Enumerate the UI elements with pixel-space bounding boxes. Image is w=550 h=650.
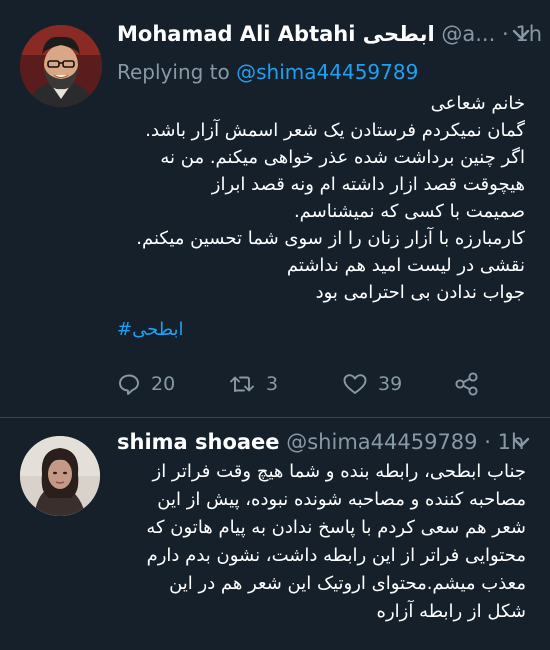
tweet-line: جواب ندادن بی احترامی بود xyxy=(315,282,525,303)
tweet-line: مصاحبه کننده و مصاحبه شونده نبوده، پیش ا… xyxy=(157,489,526,510)
hashtag-link[interactable]: #ابطحی xyxy=(117,319,184,340)
tweet-line: محتوایی فراتر از این رابطه داشت، نشون بد… xyxy=(146,545,526,566)
tweet-line: هیچوقت قصد ازار داشته ام ونه قصد ابراز xyxy=(211,174,525,195)
tweet-header: Mohamad Ali Abtahi ابطحی @a... · 1h xyxy=(117,22,542,52)
chevron-down-icon[interactable] xyxy=(510,430,532,454)
tweet-line: اگر چنین برداشت شده عذر خواهی میکنم. من … xyxy=(160,147,525,168)
replying-to: Replying to @shima44459789 xyxy=(117,60,418,84)
author-handle[interactable]: @a... xyxy=(441,22,495,46)
reply-icon xyxy=(117,372,141,396)
share-button[interactable] xyxy=(454,370,480,398)
reply-button[interactable]: 20 xyxy=(117,370,175,398)
retweet-button[interactable]: 3 xyxy=(228,370,278,398)
like-button[interactable]: 39 xyxy=(342,370,402,398)
tweet-line: معذب میشم.محتوای اروتیک این شعر هم در ای… xyxy=(169,573,526,594)
tweet-line: صمیمت با کسی که نمیشناسم. xyxy=(293,201,525,222)
tweet-line: شعر هم سعی کردم با پاسخ ندادن به پیام ها… xyxy=(146,517,526,538)
tweet-line: خانم شعاعی xyxy=(430,93,525,114)
separator-dot: · xyxy=(501,22,509,46)
like-count: 39 xyxy=(378,373,403,395)
chevron-down-icon[interactable] xyxy=(510,22,532,46)
avatar-shima[interactable] xyxy=(20,436,100,516)
avatar-abtahi[interactable] xyxy=(20,25,102,107)
like-icon xyxy=(342,372,368,396)
reply-count: 20 xyxy=(151,373,176,395)
share-icon xyxy=(454,371,480,397)
tweet-header: shima shoaee @shima44459789 · 1h xyxy=(117,430,536,460)
replying-mention-link[interactable]: @shima44459789 xyxy=(236,60,418,84)
tweet-shima-shoaee[interactable]: shima shoaee @shima44459789 · 1h جناب اب… xyxy=(0,418,550,650)
tweet-line: نقشی در لیست امید هم نداشتم xyxy=(286,255,525,276)
author-handle[interactable]: @shima44459789 xyxy=(286,430,477,454)
tweet-line: جناب ابطحی، رابطه بنده و شما هیچ وقت فرا… xyxy=(152,461,526,482)
retweet-icon xyxy=(228,372,256,396)
tweet-line: شکل از رابطه آزاره xyxy=(376,601,526,622)
author-name[interactable]: Mohamad Ali Abtahi ابطحی xyxy=(117,22,435,46)
tweet-line: کارمبارزه با آزار زنان را از سوی شما تحس… xyxy=(136,228,525,249)
tweet-line: گمان نمیکردم فرستادن یک شعر اسمش آزار با… xyxy=(145,120,525,141)
tweet-body: جناب ابطحی، رابطه بنده و شما هیچ وقت فرا… xyxy=(116,458,526,626)
author-name[interactable]: shima shoaee xyxy=(117,430,280,454)
separator-dot: · xyxy=(484,430,491,454)
retweet-count: 3 xyxy=(266,373,279,395)
tweet-body: خانم شعاعی گمان نمیکردم فرستادن یک شعر ا… xyxy=(117,90,525,343)
tweet-mohamad-ali-abtahi[interactable]: Mohamad Ali Abtahi ابطحی @a... · 1h Repl… xyxy=(0,0,550,418)
replying-prefix: Replying to xyxy=(117,60,230,84)
tweet-actions: 20 3 39 xyxy=(117,370,517,398)
